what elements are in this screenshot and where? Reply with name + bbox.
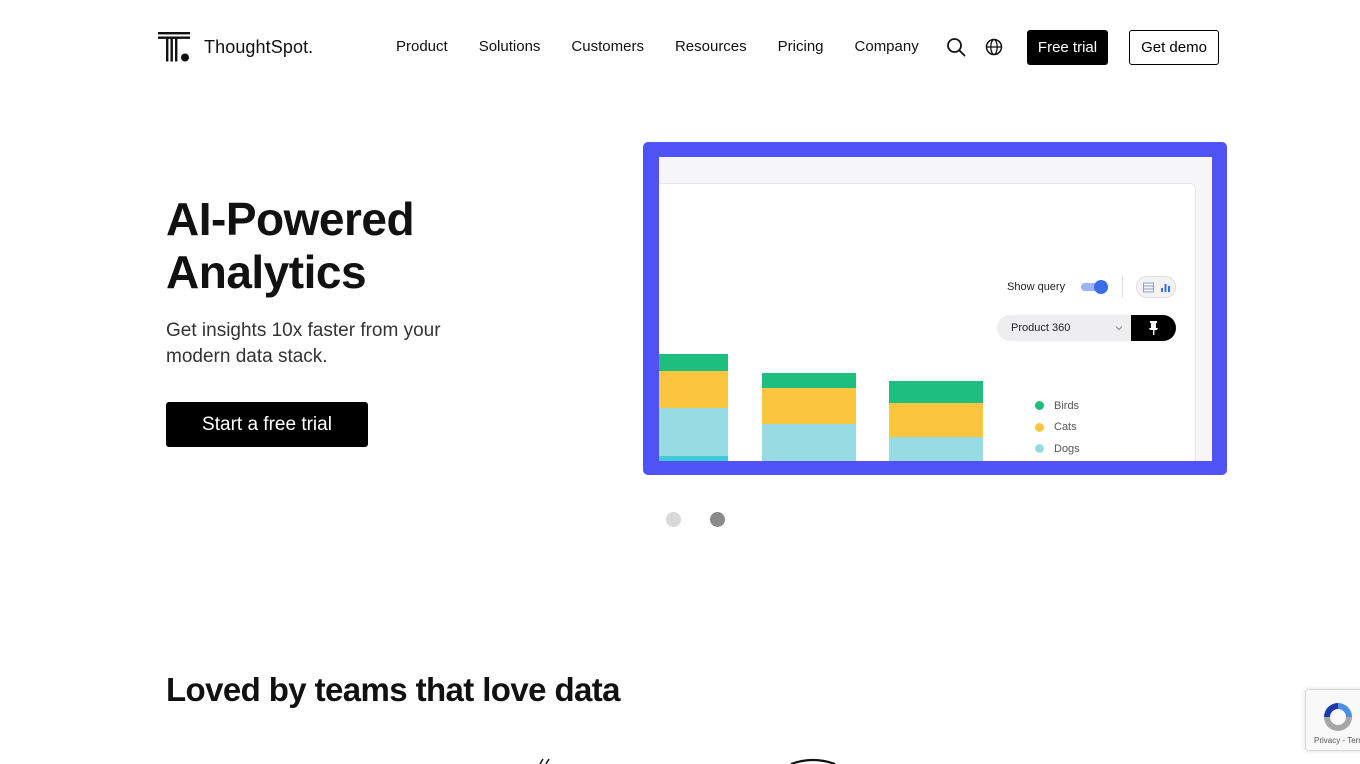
legend-item[interactable]: Cats	[1035, 417, 1164, 439]
carousel-dot[interactable]	[666, 512, 681, 527]
customer-logo	[790, 758, 836, 764]
chevron-down-icon	[1115, 326, 1123, 331]
bar-segment[interactable]	[762, 388, 856, 424]
bar-segment[interactable]	[659, 408, 728, 456]
legend-label: Birds	[1054, 399, 1080, 412]
show-query-label: Show query	[1007, 281, 1066, 293]
globe-icon[interactable]	[984, 37, 1004, 57]
nav-company[interactable]: Company	[855, 38, 919, 55]
view-switcher	[1136, 276, 1176, 298]
recaptcha-badge[interactable]: Privacy - Terms	[1305, 689, 1360, 751]
chart-legend: BirdsCatsDogsFish & Aquatic PetsReptiles…	[1035, 395, 1164, 461]
thoughtspot-logo-icon	[158, 32, 190, 62]
bar-segment[interactable]	[889, 437, 983, 461]
carousel-dot[interactable]	[710, 512, 725, 527]
toggle-knob	[1094, 280, 1108, 294]
chart-icon[interactable]	[1160, 282, 1171, 293]
section-title: Loved by teams that love data	[166, 671, 621, 708]
carousel-dots	[666, 512, 754, 527]
hero-title: AI-Powered Analytics	[166, 193, 415, 299]
brand-name: ThoughtSpot.	[204, 36, 314, 57]
get-demo-button[interactable]: Get demo	[1129, 30, 1219, 65]
legend-label: Cats	[1054, 421, 1077, 434]
start-free-trial-button[interactable]: Start a free trial	[166, 402, 368, 447]
worksheet-dropdown[interactable]: Product 360	[997, 315, 1132, 341]
brand-logo[interactable]: ThoughtSpot.	[158, 30, 313, 64]
nav-pricing[interactable]: Pricing	[778, 38, 824, 55]
table-icon[interactable]	[1143, 282, 1154, 293]
recaptcha-icon	[1324, 703, 1352, 731]
search-icon[interactable]	[946, 37, 966, 57]
nav-solutions[interactable]: Solutions	[479, 38, 541, 55]
pin-button[interactable]	[1131, 315, 1176, 341]
hero-subtitle: Get insights 10x faster from your modern…	[166, 320, 441, 367]
customer-logo	[539, 758, 550, 764]
bar-segment[interactable]	[889, 381, 983, 403]
bar-segment[interactable]	[659, 371, 728, 408]
divider	[1122, 276, 1123, 298]
bar-segment[interactable]	[889, 403, 983, 437]
legend-label: Dogs	[1054, 442, 1080, 455]
bar-segment[interactable]	[659, 354, 728, 371]
legend-dot	[1035, 444, 1044, 454]
bar-segment[interactable]	[659, 456, 728, 461]
recaptcha-links[interactable]: Privacy - Terms	[1314, 736, 1360, 745]
bar-segment[interactable]	[762, 373, 856, 388]
dropdown-value: Product 360	[1011, 322, 1071, 334]
site-header: ThoughtSpot. Product Solutions Customers…	[0, 0, 1360, 95]
nav-resources[interactable]: Resources	[675, 38, 747, 55]
show-query-toggle[interactable]	[1081, 280, 1109, 294]
main-nav: Product Solutions Customers Resources Pr…	[396, 38, 950, 55]
legend-item[interactable]: Birds	[1035, 395, 1164, 417]
nav-customers[interactable]: Customers	[571, 38, 644, 55]
free-trial-button[interactable]: Free trial	[1027, 30, 1108, 65]
pin-icon	[1149, 321, 1158, 335]
legend-item[interactable]: Fish & Aquatic Pets	[1035, 460, 1164, 462]
bar-segment[interactable]	[762, 424, 856, 461]
hero-title-line1: AI-Powered	[166, 193, 415, 245]
hero-title-line2: Analytics	[166, 246, 367, 298]
product-showcase-frame: Show query Product 360 Birds Cats Dogs	[643, 142, 1227, 475]
legend-item[interactable]: Dogs	[1035, 438, 1164, 460]
product-screenshot: Show query Product 360 Birds Cats Dogs	[659, 157, 1212, 461]
nav-product[interactable]: Product	[396, 38, 448, 55]
legend-dot	[1035, 422, 1044, 432]
legend-dot	[1035, 401, 1044, 411]
